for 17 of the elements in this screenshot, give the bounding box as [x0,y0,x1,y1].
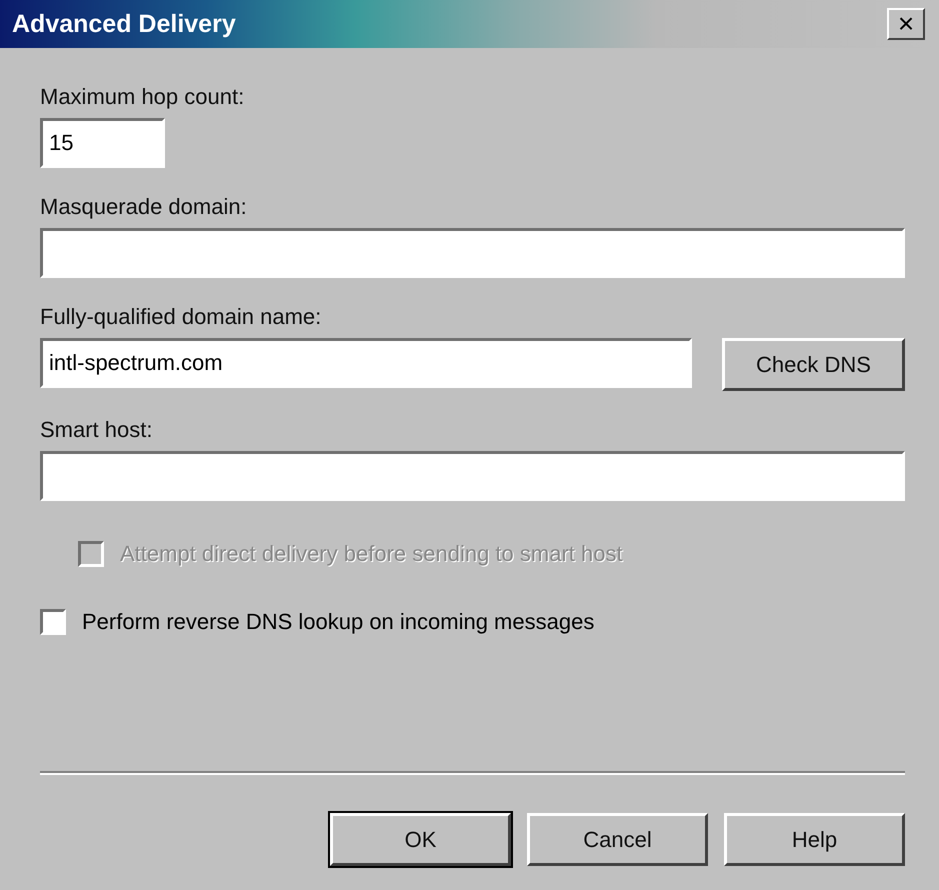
dialog-button[interactable]: Cancel [527,813,708,866]
text-field[interactable] [40,451,905,501]
field-label: Masquerade domain: [40,194,248,220]
window-title: Advanced Delivery [12,10,236,38]
text-field[interactable] [40,228,905,278]
field-label: Maximum hop count: [40,84,246,110]
checkbox-label: Attempt direct delivery before sending to smart host [120,541,623,567]
close-button[interactable]: × [887,8,925,40]
check-dns-button[interactable]: Check DNS [722,338,905,391]
text-field[interactable]: intl-spectrum.com [40,338,692,388]
dialog-button[interactable]: Help [724,813,905,866]
dialog-button[interactable]: OK [330,813,511,866]
field-label: Fully-qualified domain name: [40,304,322,330]
text-field[interactable]: 15 [40,118,165,168]
field-label: Smart host: [40,417,154,443]
checkbox[interactable] [40,609,66,635]
checkbox-label: Perform reverse DNS lookup on incoming messages [82,609,594,635]
